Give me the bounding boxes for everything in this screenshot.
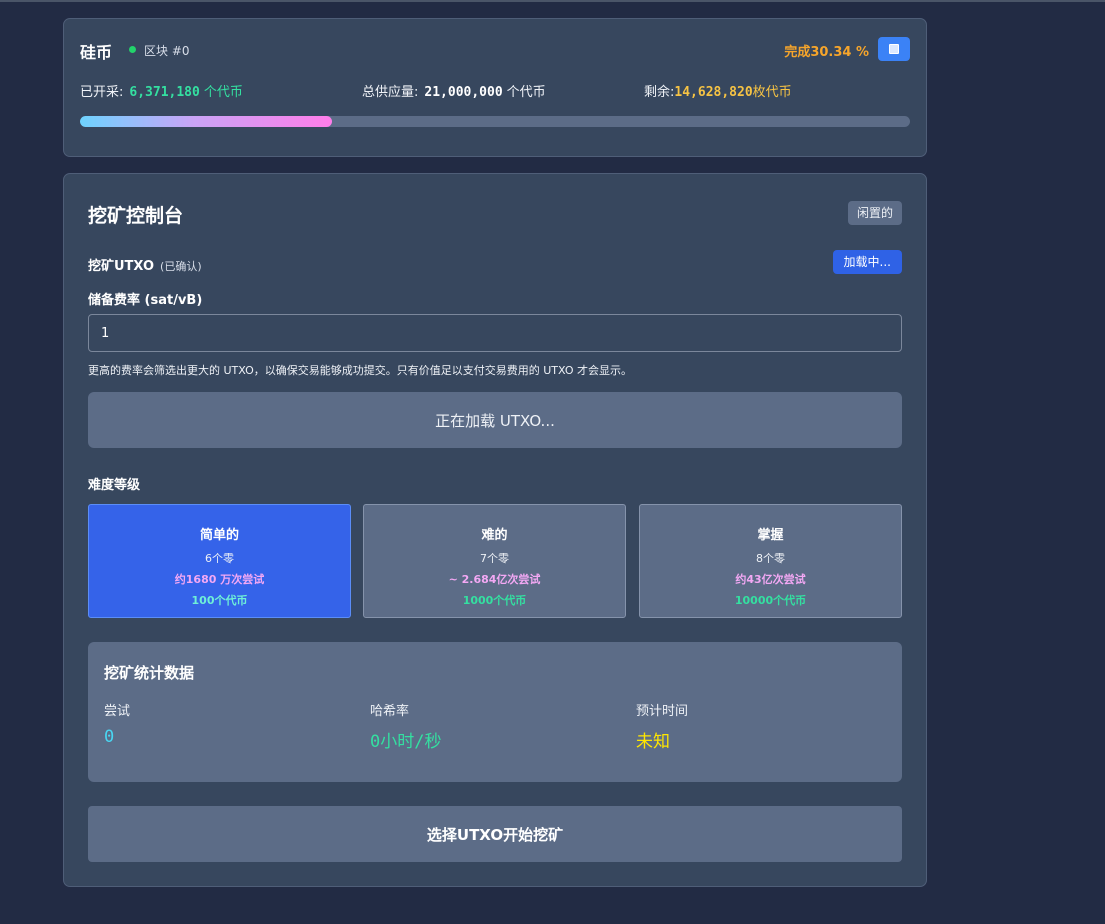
supply-card: 硅币 区块 #0 完成30.34 % 已开采: 6,371,180 个代币 总供应量… bbox=[63, 18, 927, 157]
remaining-stat: 剩余:14,628,820枚代币 bbox=[644, 81, 792, 100]
difficulty-reward: 100个代币 bbox=[191, 594, 248, 607]
attempts-stat: 尝试 0 bbox=[104, 700, 130, 747]
difficulty-reward: 10000个代币 bbox=[734, 594, 807, 607]
progress-percent: 完成30.34 % bbox=[784, 45, 869, 60]
difficulty-tries: 约43亿次尝试 bbox=[735, 573, 806, 586]
total-label: 总供应量: bbox=[362, 85, 419, 100]
eta-label: 预计时间 bbox=[636, 704, 689, 719]
eta-value: 未知 bbox=[636, 732, 670, 752]
difficulty-reward: 1000个代币 bbox=[462, 594, 527, 607]
attempts-value: 0 bbox=[104, 727, 115, 747]
fee-rate-input[interactable] bbox=[88, 314, 902, 352]
remaining-unit: 枚代币 bbox=[752, 85, 792, 100]
top-border bbox=[0, 0, 1105, 2]
hashrate-label: 哈希率 bbox=[370, 704, 410, 719]
total-unit: 个代币 bbox=[506, 85, 546, 100]
difficulty-option-easy[interactable]: 简单的 6个零 约1680 万次尝试 100个代币 bbox=[88, 504, 351, 618]
utxo-label-text: 挖矿UTXO bbox=[88, 259, 155, 274]
mined-value: 6,371,180 bbox=[129, 85, 200, 100]
difficulty-zeros: 7个零 bbox=[480, 552, 509, 565]
supply-progress-bar bbox=[80, 116, 910, 127]
difficulty-option-master[interactable]: 掌握 8个零 约43亿次尝试 10000个代币 bbox=[639, 504, 902, 618]
brand-title: 硅币 bbox=[80, 43, 113, 62]
attempts-label: 尝试 bbox=[104, 704, 131, 719]
console-title: 挖矿控制台 bbox=[88, 205, 184, 227]
total-supply-stat: 总供应量: 21,000,000 个代币 bbox=[362, 81, 546, 100]
hashrate-stat: 哈希率 0小时/秒 bbox=[370, 700, 441, 752]
mined-stat: 已开采: 6,371,180 个代币 bbox=[80, 81, 243, 100]
block-label: 区块 #0 bbox=[144, 44, 190, 58]
start-mining-button[interactable]: 选择UTXO开始挖矿 bbox=[88, 806, 902, 862]
status-badge: 闲置的 bbox=[847, 201, 902, 225]
utxo-confirmed-note: (已确认) bbox=[160, 260, 202, 273]
difficulty-zeros: 8个零 bbox=[756, 552, 785, 565]
fee-rate-help: 更高的费率会筛选出更大的 UTXO，以确保交易能够成功提交。只有价值足以支付交易… bbox=[88, 364, 633, 377]
difficulty-label: 难度等级 bbox=[88, 478, 141, 493]
remaining-value: 14,628,820 bbox=[674, 85, 753, 100]
supply-progress-fill bbox=[80, 116, 332, 127]
remaining-label: 剩余: bbox=[644, 85, 675, 100]
fee-rate-label: 储备费率 (sat/vB) bbox=[88, 293, 203, 308]
difficulty-name: 简单的 bbox=[199, 528, 239, 543]
eta-stat: 预计时间 未知 bbox=[636, 700, 688, 752]
utxo-loading-panel: 正在加载 UTXO... bbox=[88, 392, 902, 448]
difficulty-zeros: 6个零 bbox=[205, 552, 234, 565]
mined-label: 已开采: bbox=[80, 85, 124, 100]
mining-stats-panel: 挖矿统计数据 尝试 0 哈希率 0小时/秒 预计时间 未知 bbox=[88, 642, 902, 782]
total-value: 21,000,000 bbox=[424, 85, 503, 100]
difficulty-tries: 约1680 万次尝试 bbox=[174, 573, 265, 586]
difficulty-option-hard[interactable]: 难的 7个零 ~ 2.684亿次尝试 1000个代币 bbox=[363, 504, 626, 618]
hashrate-value: 0小时/秒 bbox=[370, 732, 442, 752]
difficulty-name: 掌握 bbox=[757, 528, 784, 543]
difficulty-name: 难的 bbox=[481, 528, 508, 543]
load-utxo-button[interactable]: 加载中... bbox=[832, 250, 902, 274]
stats-title: 挖矿统计数据 bbox=[104, 664, 195, 682]
utxo-label: 挖矿UTXO (已确认) bbox=[88, 255, 202, 274]
stop-square-icon bbox=[889, 44, 899, 54]
stop-button[interactable] bbox=[878, 37, 910, 61]
mined-unit: 个代币 bbox=[203, 85, 243, 100]
status-dot-icon bbox=[129, 46, 136, 53]
mining-console-card: 挖矿控制台 闲置的 挖矿UTXO (已确认) 加载中... 储备费率 (sat/v… bbox=[63, 173, 927, 887]
difficulty-tries: ~ 2.684亿次尝试 bbox=[448, 573, 541, 586]
